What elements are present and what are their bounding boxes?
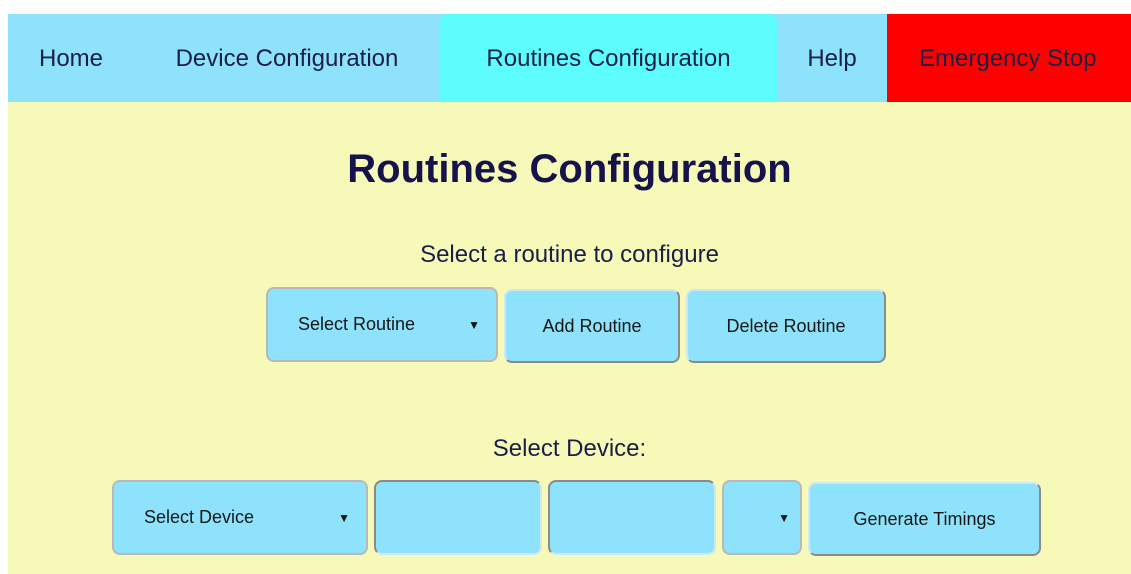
delete-routine-label: Delete Routine (726, 315, 846, 336)
navbar: Home Device Configuration Routines Confi… (8, 14, 1131, 102)
page-title: Routines Configuration (347, 147, 792, 191)
nav-device-configuration-link[interactable]: Device Configuration (134, 14, 440, 102)
unit-select[interactable]: ▼ (722, 480, 802, 555)
nav-routines-configuration-link[interactable]: Routines Configuration (440, 14, 777, 102)
routine-select[interactable]: Select Routine ▼ (266, 287, 498, 362)
generate-timings-button[interactable]: Generate Timings (808, 482, 1041, 556)
device-prompt: Select Device: (492, 435, 647, 462)
caret-down-icon: ▼ (778, 510, 790, 525)
timing-input-1[interactable] (374, 480, 542, 555)
page: Home Device Configuration Routines Confi… (8, 14, 1131, 574)
routine-prompt: Select a routine to configure (420, 241, 719, 268)
caret-down-icon: ▼ (468, 317, 480, 332)
generate-timings-label: Generate Timings (853, 508, 996, 529)
caret-down-icon: ▼ (338, 510, 350, 525)
device-select-value: Select Device (144, 507, 255, 527)
emergency-stop-button[interactable]: Emergency Stop (887, 14, 1131, 102)
delete-routine-button[interactable]: Delete Routine (686, 289, 886, 363)
routine-select-value: Select Routine (298, 314, 416, 334)
add-routine-button[interactable]: Add Routine (504, 289, 680, 363)
timing-input-2[interactable] (548, 480, 716, 555)
add-routine-label: Add Routine (542, 315, 642, 336)
nav-home-link[interactable]: Home (8, 14, 134, 102)
nav-help-link[interactable]: Help (777, 14, 887, 102)
device-select[interactable]: Select Device ▼ (112, 480, 368, 555)
